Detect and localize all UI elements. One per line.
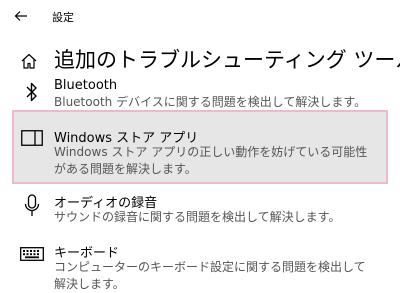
bluetooth-icon (20, 80, 44, 104)
item-description: コンピューターのキーボード設定に関する問題を検出して解決します。 (54, 260, 366, 291)
item-name: Bluetooth (54, 78, 118, 93)
page-header: 追加のトラブルシューティング ツール (0, 44, 400, 76)
back-button[interactable] (10, 6, 32, 26)
troubleshooter-item-bluetooth[interactable]: Bluetooth Bluetooth デバイスに関する問題を検出して解決します… (12, 76, 388, 112)
item-description: サウンドの録音に関する問題を検出して解決します。 (54, 210, 341, 224)
page-title: 追加のトラブルシューティング ツール (54, 48, 400, 72)
troubleshooter-item-audio-recording[interactable]: オーディオの録音 サウンドの録音に関する問題を検出して解決します。 (12, 190, 388, 230)
item-description: Bluetooth デバイスに関する問題を検出して解決します。 (54, 95, 367, 109)
microphone-icon (20, 194, 44, 218)
back-arrow-icon (14, 11, 27, 21)
keyboard-icon (20, 242, 44, 266)
window-title: 設定 (52, 11, 74, 24)
windows-store-app-icon (20, 126, 44, 150)
troubleshooter-item-windows-store-apps[interactable]: Windows ストア アプリ Windows ストア アプリの正しい動作を妨げ… (12, 110, 388, 184)
title-bar: 設定 (0, 0, 400, 32)
troubleshooter-item-keyboard[interactable]: キーボード コンピューターのキーボード設定に関する問題を検出して解決します。 (12, 240, 388, 291)
home-icon[interactable] (20, 52, 38, 70)
item-description: Windows ストア アプリの正しい動作を妨げている可能性がある問題を解決しま… (54, 145, 368, 176)
